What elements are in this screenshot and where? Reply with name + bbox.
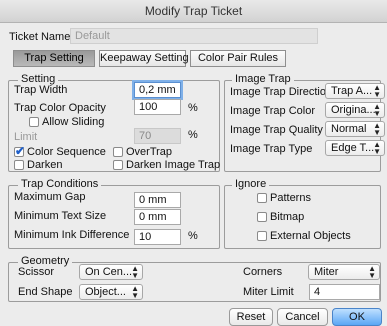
maximum-gap-input[interactable]: 0 mm (134, 192, 181, 208)
image-trap-color-label: Image Trap Color (230, 105, 315, 117)
tab-keepaway-setting[interactable]: Keepaway Setting (99, 50, 189, 67)
image-trap-quality-label: Image Trap Quality (230, 124, 323, 136)
limit-percent-label: % (188, 129, 198, 141)
tab-trap-setting[interactable]: Trap Setting (13, 50, 95, 67)
popup-arrows-icon: ▲ ▼ (131, 284, 139, 300)
image-trap-type-select[interactable]: Edge T... ▲ ▼ (325, 140, 385, 156)
popup-arrows-icon: ▲ ▼ (373, 140, 381, 156)
maximum-gap-label: Maximum Gap (14, 191, 86, 203)
image-trap-type-value: Edge T... (331, 142, 375, 154)
scissor-value: On Cen... (85, 266, 133, 278)
corners-label: Corners (243, 266, 283, 278)
image-trap-quality-select[interactable]: Normal ▲ ▼ (325, 121, 385, 137)
darken-image-trap-checkbox[interactable] (113, 160, 123, 170)
image-trap-direction-select[interactable]: Trap A... ▲ ▼ (325, 83, 385, 99)
cancel-button[interactable]: Cancel (277, 308, 328, 326)
ignore-bitmap-checkbox[interactable] (257, 212, 267, 222)
popup-arrows-icon: ▲ ▼ (373, 83, 381, 99)
popup-arrows-icon: ▲ ▼ (368, 264, 376, 280)
minimum-text-size-input[interactable]: 0 mm (134, 209, 181, 225)
allow-sliding-checkbox[interactable] (29, 117, 39, 127)
darken-label: Darken (27, 159, 63, 171)
trap-width-input[interactable]: 0,2 mm (134, 82, 181, 98)
image-trap-quality-value: Normal (331, 123, 367, 135)
ignore-patterns-label: Patterns (270, 192, 311, 204)
end-shape-label: End Shape (18, 286, 73, 298)
end-shape-value: Object... (85, 286, 126, 298)
reset-button[interactable]: Reset (229, 308, 273, 326)
color-sequence-checkbox[interactable]: ✔ (14, 144, 26, 158)
corners-value: Miter (314, 266, 339, 278)
overtrap-checkbox[interactable] (113, 147, 123, 157)
minimum-ink-difference-label: Minimum Ink Difference (14, 229, 130, 241)
ignore-patterns-checkbox[interactable] (257, 193, 267, 203)
ticket-name-label: Ticket Name (9, 31, 71, 43)
popup-arrows-icon: ▲ ▼ (373, 121, 381, 137)
checkmark-icon: ✔ (15, 144, 26, 158)
image-trap-type-label: Image Trap Type (230, 143, 313, 155)
allow-sliding-label: Allow Sliding (42, 116, 105, 128)
window-title: Modify Trap Ticket (0, 0, 387, 23)
ignore-external-objects-checkbox[interactable] (257, 231, 267, 241)
overtrap-label: OverTrap (126, 146, 173, 158)
ticket-name-input[interactable]: Default (70, 28, 318, 44)
ink-percent-label: % (188, 230, 198, 242)
minimum-ink-difference-input[interactable]: 10 (134, 229, 181, 245)
miter-limit-input[interactable]: 4 (309, 284, 380, 300)
ticket-name-placeholder: Default (75, 30, 110, 42)
image-trap-direction-value: Trap A... (331, 85, 373, 97)
darken-checkbox[interactable] (14, 160, 24, 170)
popup-arrows-icon: ▲ ▼ (373, 102, 381, 118)
color-sequence-label: Color Sequence (27, 146, 106, 158)
ignore-external-objects-label: External Objects (270, 230, 351, 242)
limit-label: Limit (14, 131, 38, 143)
darken-image-trap-label: Darken Image Trap (126, 159, 221, 171)
trap-conditions-group-title: Trap Conditions (18, 178, 102, 190)
trap-color-opacity-label: Trap Color Opacity (14, 102, 106, 114)
end-shape-select[interactable]: Object... ▲ ▼ (79, 284, 143, 300)
scissor-label: Scissor (18, 266, 55, 278)
image-trap-color-value: Origina... (331, 104, 376, 116)
corners-select[interactable]: Miter ▲ ▼ (308, 264, 380, 280)
scissor-select[interactable]: On Cen... ▲ ▼ (79, 264, 143, 280)
popup-arrows-icon: ▲ ▼ (131, 264, 139, 280)
miter-limit-label: Miter Limit (243, 286, 294, 298)
minimum-text-size-label: Minimum Text Size (14, 210, 107, 222)
ignore-group-title: Ignore (232, 178, 270, 190)
trap-width-label: Trap Width (14, 84, 68, 96)
opacity-percent-label: % (188, 102, 198, 114)
image-trap-color-select[interactable]: Origina... ▲ ▼ (325, 102, 385, 118)
ignore-bitmap-label: Bitmap (270, 211, 305, 223)
image-trap-direction-label: Image Trap Direction (230, 86, 333, 98)
trap-color-opacity-input[interactable]: 100 (134, 99, 181, 115)
image-trap-group-title: Image Trap (232, 73, 294, 85)
tab-color-pair-rules[interactable]: Color Pair Rules (190, 50, 286, 67)
ok-button[interactable]: OK (332, 308, 382, 326)
limit-input[interactable]: 70 (134, 128, 181, 144)
